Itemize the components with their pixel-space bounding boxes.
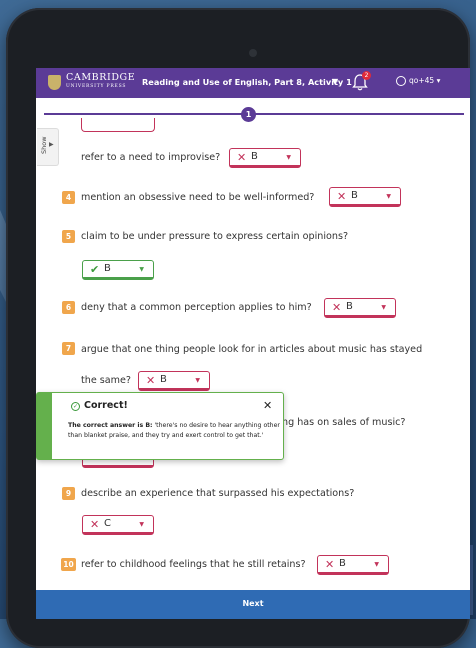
chevron-down-icon: ▼ <box>381 304 386 311</box>
incorrect-icon: ✕ <box>237 151 247 164</box>
incorrect-icon: ✕ <box>90 518 100 531</box>
answer-value: B <box>351 190 358 201</box>
question-text-continued: the same? <box>81 375 132 386</box>
question-text: refer to childhood feelings that he stil… <box>81 559 306 570</box>
incorrect-icon: ✕ <box>325 558 335 571</box>
user-label: qo+45 <box>409 76 435 85</box>
answer-dropdown[interactable]: ✕ B ▼ <box>229 148 301 168</box>
chevron-down-icon: ▼ <box>374 561 379 568</box>
answer-dropdown-partial[interactable] <box>81 118 155 132</box>
answer-value: B <box>160 374 167 385</box>
user-icon <box>396 76 406 86</box>
popup-title: Correct! <box>84 400 128 411</box>
answer-dropdown[interactable]: ✔ B ▼ <box>82 260 154 280</box>
show-panel-tab[interactable]: Show ▶ <box>37 128 59 166</box>
question-text: refer to a need to improvise? <box>81 152 221 163</box>
chevron-down-icon: ▼ <box>386 193 391 200</box>
checkmark-icon: ✔ <box>90 263 100 276</box>
chevron-down-icon[interactable]: ▼ <box>332 77 338 86</box>
chevron-down-icon: ▾ <box>434 76 441 85</box>
answer-value: C <box>104 518 111 529</box>
answer-value: B <box>104 263 111 274</box>
camera <box>249 49 257 57</box>
logo-sub-text: UNIVERSITY PRESS <box>66 84 127 89</box>
answer-dropdown[interactable]: ✕ B ▼ <box>324 298 396 318</box>
show-label: Show <box>40 136 48 154</box>
question-text: deny that a common perception applies to… <box>81 302 312 313</box>
chevron-right-icon: ▶ <box>49 141 54 148</box>
popup-body-lead: The correct answer is B: <box>68 422 153 429</box>
question-text: ng has on sales of music? <box>282 417 406 428</box>
next-label: Next <box>242 599 264 608</box>
question-number: 10 <box>61 558 76 571</box>
popup-accent-strip <box>37 393 52 459</box>
logo-main-text: CAMBRIDGE <box>66 72 136 83</box>
answer-dropdown[interactable]: ✕ B ▼ <box>138 371 210 391</box>
chevron-down-icon: ▼ <box>286 154 291 161</box>
user-menu[interactable]: qo+45 ▾ <box>396 76 440 86</box>
question-number: 7 <box>62 342 75 355</box>
app-screen: CAMBRIDGE UNIVERSITY PRESS Reading and U… <box>36 68 470 619</box>
question-number: 6 <box>62 301 75 314</box>
question-number: 5 <box>62 230 75 243</box>
popup-body: The correct answer is B: 'there's no des… <box>68 421 280 440</box>
question-text: mention an obsessive need to be well-inf… <box>81 192 315 203</box>
answer-value: B <box>346 301 353 312</box>
chevron-down-icon: ▼ <box>195 377 200 384</box>
top-navigation-bar: CAMBRIDGE UNIVERSITY PRESS Reading and U… <box>36 68 470 98</box>
feedback-popup: ✓ Correct! ✕ The correct answer is B: 't… <box>36 392 284 460</box>
incorrect-icon: ✕ <box>337 190 347 203</box>
incorrect-icon: ✕ <box>332 301 342 314</box>
close-icon[interactable]: ✕ <box>263 399 272 412</box>
question-text: claim to be under pressure to express ce… <box>81 231 349 242</box>
question-number: 9 <box>62 487 75 500</box>
answer-dropdown[interactable]: ✕ C ▼ <box>82 515 154 535</box>
chevron-down-icon: ▼ <box>139 521 144 528</box>
answer-dropdown[interactable]: ✕ B ▼ <box>317 555 389 575</box>
activity-title[interactable]: Reading and Use of English, Part 8, Acti… <box>142 77 352 87</box>
cambridge-logo[interactable]: CAMBRIDGE UNIVERSITY PRESS <box>66 73 135 90</box>
question-text: describe an experience that surpassed hi… <box>81 488 355 499</box>
incorrect-icon: ✕ <box>146 374 156 387</box>
progress-step-indicator[interactable]: 1 <box>241 107 256 122</box>
cambridge-shield-icon <box>48 75 61 90</box>
answer-value: B <box>339 558 346 569</box>
chevron-down-icon: ▼ <box>139 266 144 273</box>
question-text: argue that one thing people look for in … <box>81 344 423 355</box>
next-button[interactable]: Next <box>36 590 470 619</box>
answer-value: B <box>251 151 258 162</box>
notification-badge: 2 <box>362 71 371 80</box>
question-number: 4 <box>62 191 75 204</box>
answer-dropdown[interactable]: ✕ B ▼ <box>329 187 401 207</box>
check-circle-icon: ✓ <box>71 402 80 411</box>
